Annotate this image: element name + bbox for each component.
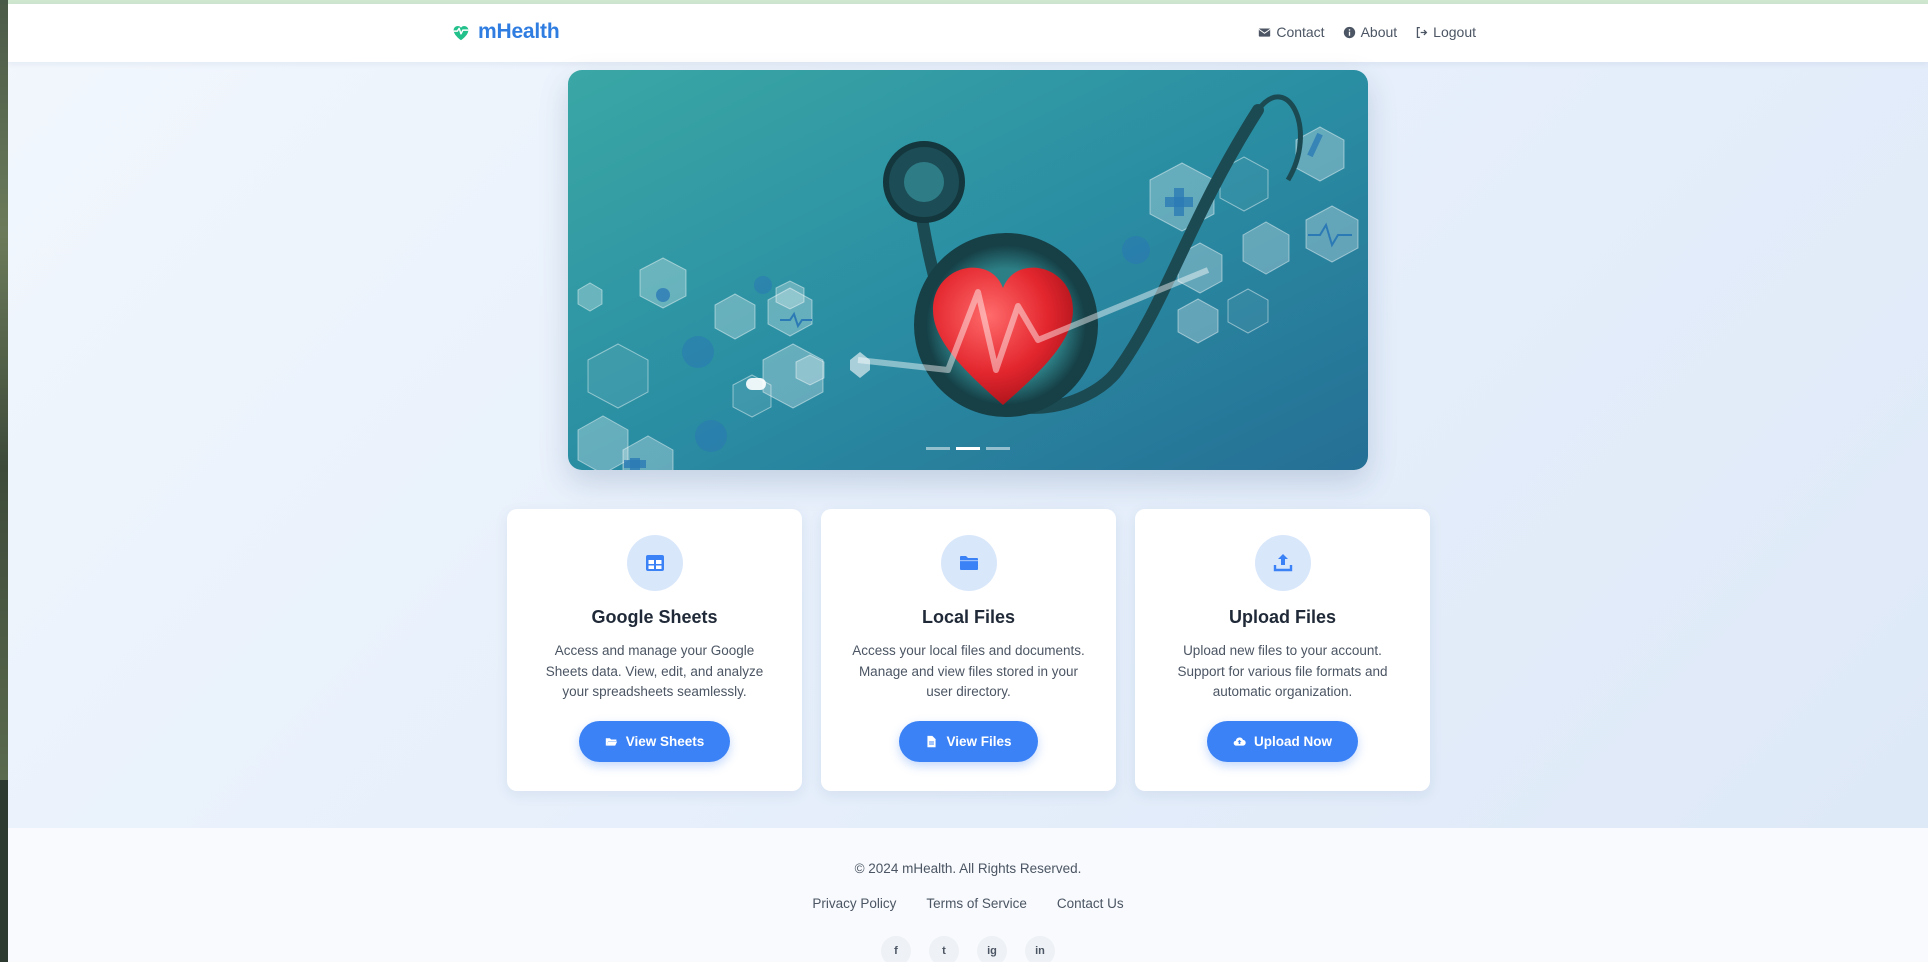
footer: © 2024 mHealth. All Rights Reserved. Pri…	[8, 828, 1928, 962]
top-nav: Contact About Logout	[1258, 24, 1476, 40]
card-icon-wrap	[940, 535, 997, 591]
instagram-icon[interactable]: ig	[977, 936, 1007, 962]
background-strip	[0, 0, 8, 780]
brand[interactable]: mHealth	[450, 20, 560, 44]
upload-icon	[1273, 554, 1292, 572]
hero-carousel[interactable]	[568, 70, 1368, 470]
nav-contact[interactable]: Contact	[1258, 24, 1325, 40]
nav-logout-label: Logout	[1433, 24, 1476, 40]
file-icon	[927, 735, 937, 747]
card-title: Upload Files	[1228, 607, 1336, 627]
nav-logout[interactable]: Logout	[1415, 24, 1476, 40]
card-google-sheets: Google Sheets Access and manage your Goo…	[507, 509, 802, 791]
hero-image	[568, 70, 1368, 470]
footer-links: Privacy Policy Terms of Service Contact …	[8, 896, 1928, 911]
terms-of-service-link[interactable]: Terms of Service	[926, 896, 1027, 911]
upload-now-label: Upload Now	[1254, 733, 1332, 749]
card-title: Local Files	[921, 607, 1016, 627]
card-description: Upload new files to your account. Suppor…	[1177, 643, 1388, 699]
card-description: Access your local files and documents. M…	[852, 643, 1085, 699]
facebook-icon[interactable]: f	[881, 936, 911, 962]
view-sheets-button[interactable]: View Sheets	[578, 720, 731, 762]
card-title: Google Sheets	[591, 607, 718, 627]
brand-name: mHealth	[478, 20, 560, 43]
folder-icon	[959, 556, 978, 570]
heart-pulse-icon	[453, 26, 469, 41]
folder-open-icon	[605, 737, 617, 746]
privacy-policy-link[interactable]: Privacy Policy	[812, 896, 896, 911]
cloud-upload-icon	[1233, 736, 1246, 746]
nav-about[interactable]: About	[1343, 24, 1398, 40]
upload-now-button[interactable]: Upload Now	[1207, 720, 1358, 762]
view-files-label: View Files	[946, 733, 1012, 749]
page: mHealth Contact About Logout Google Shee…	[8, 0, 1928, 962]
navbar: mHealth Contact About Logout	[8, 4, 1928, 62]
social-links: f t ig in	[8, 936, 1928, 962]
view-files-button[interactable]: View Files	[899, 720, 1038, 762]
copyright: © 2024 mHealth. All Rights Reserved.	[854, 861, 1082, 876]
envelope-icon	[1258, 27, 1271, 37]
nav-contact-label: Contact	[1276, 24, 1325, 40]
twitter-icon[interactable]: t	[929, 936, 959, 962]
card-icon-wrap	[626, 535, 683, 591]
contact-us-link[interactable]: Contact Us	[1057, 896, 1124, 911]
feature-cards: Google Sheets Access and manage your Goo…	[507, 509, 1430, 791]
card-local-files: Local Files Access your local files and …	[821, 509, 1116, 791]
sign-out-icon	[1416, 26, 1428, 38]
nav-about-label: About	[1360, 24, 1398, 40]
table-icon	[645, 555, 664, 571]
view-sheets-label: View Sheets	[625, 733, 705, 749]
card-icon-wrap	[1254, 535, 1311, 591]
info-circle-icon	[1343, 26, 1355, 38]
linkedin-icon[interactable]: in	[1025, 936, 1055, 962]
card-upload-files: Upload Files Upload new files to your ac…	[1135, 509, 1430, 791]
card-description: Access and manage your Google Sheets dat…	[545, 643, 764, 699]
